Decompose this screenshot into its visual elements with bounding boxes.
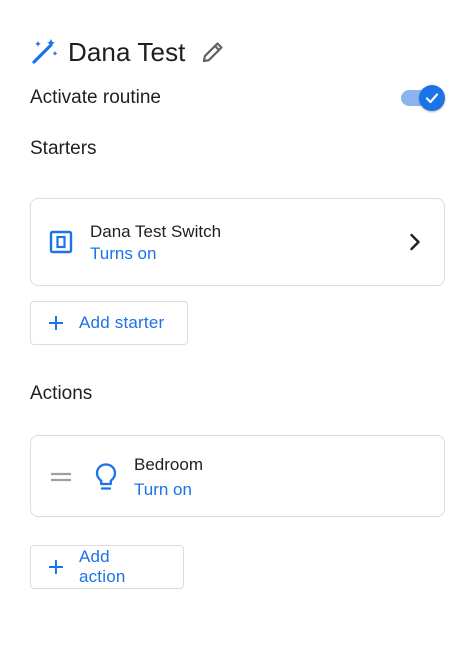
add-action-label: Add action bbox=[78, 547, 126, 586]
action-card[interactable]: Bedroom Turn on bbox=[30, 435, 445, 517]
actions-section-title: Actions bbox=[30, 383, 93, 404]
lightbulb-icon bbox=[95, 463, 117, 490]
edit-pencil-icon[interactable] bbox=[200, 39, 226, 65]
action-room-name: Bedroom bbox=[134, 455, 203, 474]
starter-device-name: Dana Test Switch bbox=[90, 222, 222, 241]
activate-routine-label: Activate routine bbox=[30, 87, 161, 108]
add-action-button[interactable]: Add action bbox=[30, 545, 184, 589]
chevron-right-icon bbox=[410, 233, 420, 251]
starter-card[interactable]: Dana Test Switch Turns on bbox=[30, 198, 445, 286]
add-starter-label: Add starter bbox=[79, 313, 165, 332]
starter-device-state: Turns on bbox=[90, 244, 157, 263]
routine-title: Dana Test bbox=[68, 36, 186, 67]
check-icon bbox=[425, 93, 439, 104]
plus-icon bbox=[48, 560, 63, 574]
routine-editor: Dana Test Activate routine Starters Dana… bbox=[0, 0, 474, 651]
add-starter-button[interactable]: Add starter bbox=[30, 301, 188, 345]
magic-wand-icon bbox=[32, 39, 58, 64]
drag-handle-icon[interactable] bbox=[50, 470, 72, 484]
action-command: Turn on bbox=[134, 480, 192, 499]
switch-icon bbox=[49, 230, 73, 254]
activate-routine-row: Activate routine bbox=[30, 85, 445, 111]
routine-header: Dana Test bbox=[30, 34, 226, 70]
toggle-thumb bbox=[419, 85, 445, 111]
starters-section-title: Starters bbox=[30, 138, 97, 159]
plus-icon bbox=[49, 316, 63, 330]
activate-routine-toggle[interactable] bbox=[401, 85, 445, 111]
